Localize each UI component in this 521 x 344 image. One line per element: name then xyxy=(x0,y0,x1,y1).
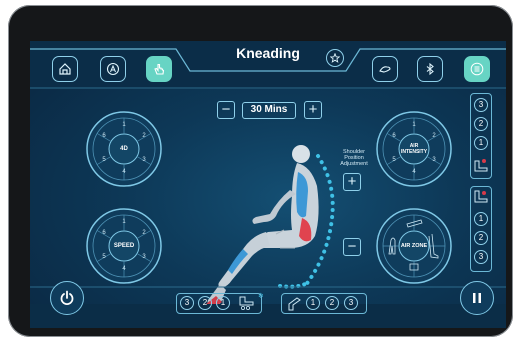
menu-icon xyxy=(470,62,484,76)
bottom-bar-outline xyxy=(30,286,506,288)
dial-4d-num[interactable]: 6 xyxy=(99,133,109,139)
dial-speed-num[interactable]: 3 xyxy=(139,254,149,260)
pause-icon xyxy=(473,293,481,303)
auto-a-icon xyxy=(106,62,120,76)
dial-speed-num[interactable]: 2 xyxy=(139,230,149,236)
level-button[interactable]: 2 xyxy=(474,231,488,245)
dial-air-intensity-num[interactable]: 6 xyxy=(389,133,399,139)
level-button[interactable]: 3 xyxy=(180,296,194,310)
shoulder-adjustment-label: Shoulder Position Adjustment xyxy=(340,149,368,167)
dial-speed-num[interactable]: 1 xyxy=(119,219,129,225)
dial-air-intensity-num[interactable]: 3 xyxy=(429,157,439,163)
screen: Kneading − 30 Mins + 4D 1 2 3 4 5 6 SPEE… xyxy=(30,41,506,328)
timer-minus-button[interactable]: − xyxy=(217,101,235,119)
dial-speed-num[interactable]: 6 xyxy=(99,230,109,236)
dial-air-intensity-num[interactable]: 5 xyxy=(389,157,399,163)
shoulder-down-button[interactable]: − xyxy=(343,238,361,256)
hand-icon xyxy=(154,63,165,75)
dial-4d-label: 4D xyxy=(120,146,128,152)
level-button[interactable]: 1 xyxy=(306,296,320,310)
foot-roller-icon[interactable] xyxy=(237,295,257,311)
bluetooth-icon xyxy=(426,62,434,76)
level-button[interactable]: 1 xyxy=(216,296,230,310)
timer-value: 30 Mins xyxy=(242,102,296,119)
bluetooth-button[interactable] xyxy=(417,56,443,82)
level-button[interactable]: 2 xyxy=(474,117,488,131)
dial-4d-num[interactable]: 5 xyxy=(99,157,109,163)
dial-speed-num[interactable]: 5 xyxy=(99,254,109,260)
dial-air-zone-label: AIR ZONE xyxy=(400,243,428,249)
home-button[interactable] xyxy=(52,56,78,82)
home-icon xyxy=(59,63,71,75)
level-button[interactable]: 3 xyxy=(474,250,488,264)
manual-hand-button[interactable] xyxy=(146,56,172,82)
pause-button[interactable] xyxy=(460,281,494,315)
favorite-button[interactable] xyxy=(326,49,344,67)
bottom-bar xyxy=(30,304,506,328)
dial-air-intensity-num[interactable]: 2 xyxy=(429,133,439,139)
dial-air-intensity-label: AIR INTENSITY xyxy=(400,143,428,155)
level-button[interactable]: 1 xyxy=(474,136,488,150)
foot-heat-icon[interactable] xyxy=(472,157,490,175)
dial-air-intensity-num[interactable]: 4 xyxy=(409,169,419,175)
dial-speed-num[interactable]: 4 xyxy=(119,266,129,272)
level-button[interactable]: 3 xyxy=(344,296,358,310)
dial-4d-num[interactable]: 4 xyxy=(119,169,129,175)
dial-4d-num[interactable]: 1 xyxy=(119,122,129,128)
calf-foot-icon[interactable] xyxy=(472,188,490,206)
leg-icon[interactable] xyxy=(285,295,303,312)
dial-4d-num[interactable]: 3 xyxy=(139,157,149,163)
dial-4d-num[interactable]: 2 xyxy=(139,133,149,139)
auto-mode-button[interactable] xyxy=(100,56,126,82)
level-button[interactable]: 1 xyxy=(474,212,488,226)
shoulder-up-button[interactable]: + xyxy=(343,173,361,191)
timer-plus-button[interactable]: + xyxy=(304,101,322,119)
tablet-frame: Kneading − 30 Mins + 4D 1 2 3 4 5 6 SPEE… xyxy=(8,5,513,337)
power-button[interactable] xyxy=(50,281,84,315)
menu-button[interactable] xyxy=(464,56,490,82)
dial-air-intensity-num[interactable]: 1 xyxy=(409,122,419,128)
level-button[interactable]: 3 xyxy=(474,98,488,112)
page-title: Kneading xyxy=(236,45,300,61)
dial-speed-label: SPEED xyxy=(113,243,135,249)
power-icon xyxy=(60,290,74,305)
star-icon xyxy=(330,53,340,63)
level-button[interactable]: 2 xyxy=(198,296,212,310)
level-button[interactable]: 2 xyxy=(325,296,339,310)
foot-roller-icon xyxy=(379,66,391,73)
foot-massage-button[interactable] xyxy=(372,56,398,82)
